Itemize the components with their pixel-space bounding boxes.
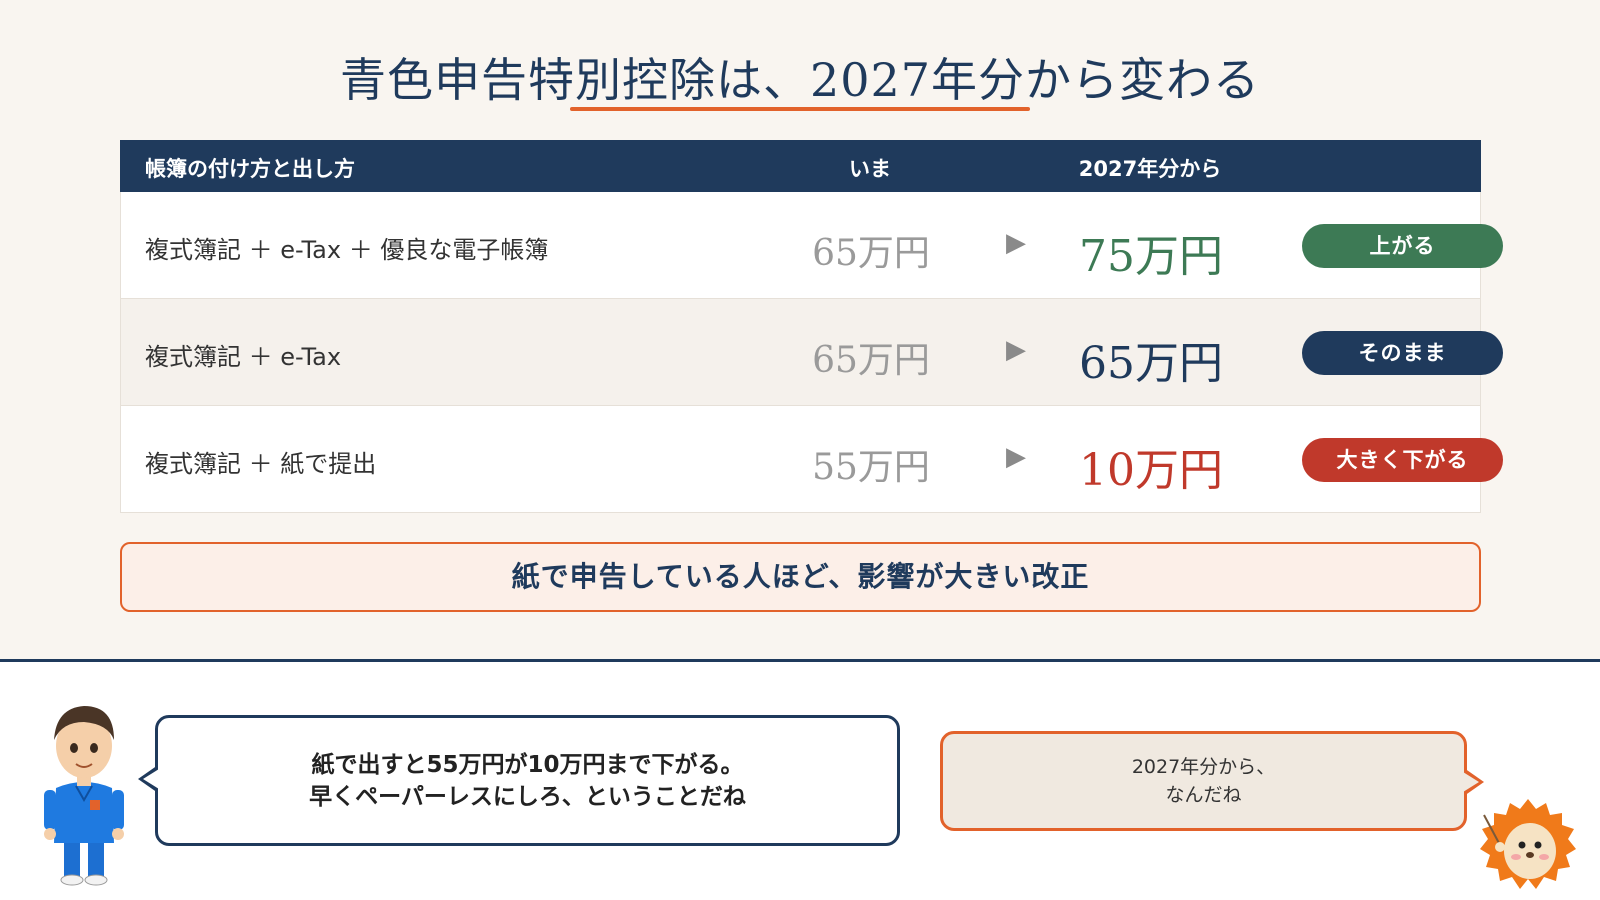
doctor-character-icon xyxy=(44,706,124,886)
row-label: 複式簿記 ＋ e-Tax xyxy=(145,343,342,371)
table-row: 複式簿記 ＋ e-Tax ＋ 優良な電子帳簿 65万円 ▶ 75万円 上がる xyxy=(120,192,1503,299)
section-divider xyxy=(0,659,1600,662)
row-now-value: 65万円 xyxy=(812,233,930,274)
status-badge: そのまま xyxy=(1302,331,1503,375)
table-row: 複式簿記 ＋ e-Tax 65万円 ▶ 65万円 そのまま xyxy=(120,299,1503,406)
row-new-value: 75万円 xyxy=(1079,231,1223,282)
speech-line: 紙で出すと55万円が10万円まで下がる。 xyxy=(311,751,744,778)
hedgehog-speech-bubble: 2027年分から、 なんだね xyxy=(940,731,1484,831)
row-new-value: 65万円 xyxy=(1079,338,1223,389)
row-now-value: 55万円 xyxy=(812,447,930,488)
row-label: 複式簿記 ＋ 紙で提出 xyxy=(145,450,377,478)
speech-line: なんだね xyxy=(1165,784,1242,806)
deduction-table: 帳簿の付け方と出し方 いま 2027年分から 複式簿記 ＋ e-Tax ＋ 優良… xyxy=(120,140,1503,513)
row-now-value: 65万円 xyxy=(812,340,930,381)
table-header: 帳簿の付け方と出し方 いま 2027年分から xyxy=(120,140,1481,192)
status-badge: 大きく下がる xyxy=(1302,438,1503,482)
header-now: いま xyxy=(849,157,891,181)
status-badge: 上がる xyxy=(1302,224,1503,268)
row-label: 複式簿記 ＋ e-Tax ＋ 優良な電子帳簿 xyxy=(145,236,549,264)
header-method: 帳簿の付け方と出し方 xyxy=(145,157,355,181)
page-title: 青色申告特別控除は、2027年分から変わる xyxy=(339,53,1261,107)
doctor-speech-bubble: 紙で出すと55万円が10万円まで下がる。 早くペーパーレスにしろ、ということだね xyxy=(138,715,900,846)
title-underline xyxy=(570,107,1030,111)
speech-line: 早くペーパーレスにしろ、ということだね xyxy=(309,783,746,810)
header-from-2027: 2027年分から xyxy=(1078,157,1222,181)
hedgehog-character-icon xyxy=(1480,799,1576,889)
speech-line: 2027年分から、 xyxy=(1131,756,1276,778)
table-row: 複式簿記 ＋ 紙で提出 55万円 ▶ 10万円 大きく下がる xyxy=(120,406,1503,513)
row-new-value: 10万円 xyxy=(1079,445,1223,496)
key-message-callout: 紙で申告している人ほど、影響が大きい改正 xyxy=(120,542,1481,612)
